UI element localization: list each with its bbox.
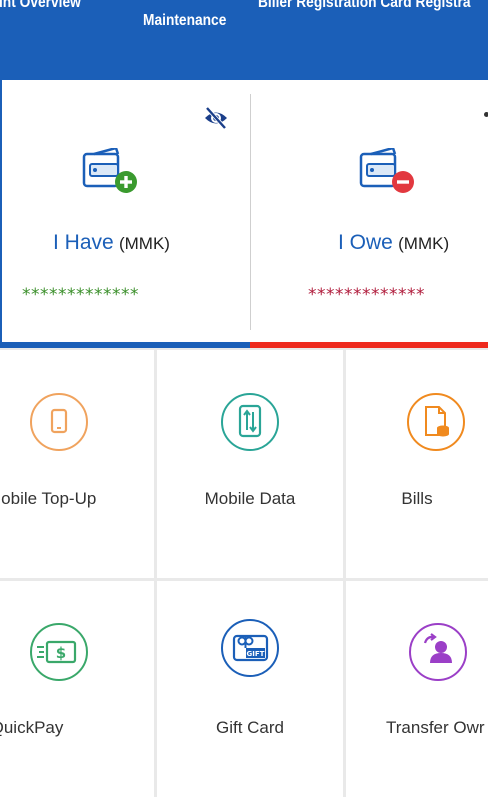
transfer-ownership-label: Transfer Owr xyxy=(386,718,485,737)
gift-card-icon: GIFT xyxy=(221,619,279,677)
service-tile-bills[interactable]: Bills xyxy=(346,350,488,578)
top-tab-bar: ount Overview Maintenance Biller Registr… xyxy=(0,0,488,80)
i-have-value: ************* xyxy=(22,285,139,305)
quickpay-label: QuickPay xyxy=(0,718,64,737)
mobile-data-label: Mobile Data xyxy=(204,489,296,508)
wallet-minus-icon xyxy=(359,148,414,193)
bill-coins-icon xyxy=(407,393,465,451)
phone-data-icon xyxy=(221,393,279,451)
service-tile-gift-card[interactable]: GIFT Gift Card xyxy=(157,581,343,797)
tab-account-overview[interactable]: ount Overview xyxy=(0,0,81,12)
i-owe-unit: (MMK) xyxy=(398,234,450,253)
tab-biller-registration[interactable]: Biller Registration Card Registra xyxy=(258,0,471,12)
service-tile-mobile-data[interactable]: Mobile Data xyxy=(157,350,343,578)
cash-dollar-icon: $ xyxy=(30,623,88,681)
i-owe-value: ************* xyxy=(308,285,425,305)
service-tile-mobile-topup[interactable]: Mobile Top-Up xyxy=(0,350,154,578)
phone-icon xyxy=(30,393,88,451)
svg-text:GIFT: GIFT xyxy=(247,650,265,658)
i-have-unit: (MMK) xyxy=(118,234,170,253)
svg-text:$: $ xyxy=(56,644,66,662)
service-tile-quickpay[interactable]: $ QuickPay xyxy=(0,581,154,797)
wallet-plus-icon xyxy=(82,148,137,193)
eye-slash-icon[interactable] xyxy=(203,105,229,131)
tab-maintenance[interactable]: Maintenance xyxy=(143,12,226,30)
balance-divider xyxy=(250,94,251,330)
bills-label: Bills xyxy=(401,489,433,508)
more-icon[interactable] xyxy=(484,112,488,117)
service-tile-transfer-ownership[interactable]: Transfer Owr xyxy=(346,581,488,797)
i-have-title: I Have xyxy=(53,231,114,254)
mobile-topup-label: Mobile Top-Up xyxy=(0,489,97,508)
gift-card-label: Gift Card xyxy=(215,718,285,737)
i-owe-label: I Owe (MMK) xyxy=(338,231,449,255)
i-owe-title: I Owe xyxy=(338,231,393,254)
i-have-label: I Have (MMK) xyxy=(53,231,170,255)
user-transfer-icon xyxy=(409,623,467,681)
